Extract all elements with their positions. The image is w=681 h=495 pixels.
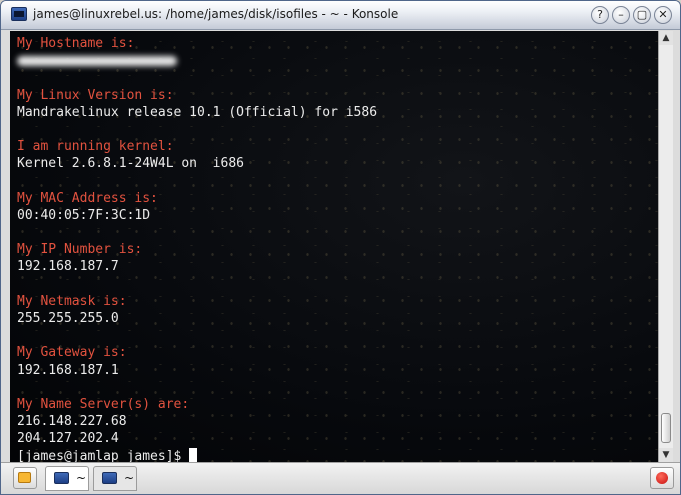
close-session-button[interactable] xyxy=(650,467,674,489)
output-value: 216.148.227.68 xyxy=(17,414,127,430)
output-label: My IP Number is: xyxy=(17,242,143,258)
terminal-line: My Name Server(s) are: xyxy=(17,396,658,413)
help-button[interactable]: ? xyxy=(591,6,609,24)
text-cursor xyxy=(189,447,198,462)
tab-session-2[interactable]: ~ xyxy=(93,466,137,491)
terminal-line: Kernel 2.6.8.1-24W4L on i686 xyxy=(17,155,658,172)
terminal-line: 192.168.187.1 xyxy=(17,362,658,379)
new-session-button[interactable] xyxy=(13,467,37,489)
tab-label: ~ xyxy=(124,471,135,485)
terminal-line: My MAC Address is: xyxy=(17,190,658,207)
output-value: Kernel 2.6.8.1-24W4L on i686 xyxy=(17,156,244,172)
title-bar[interactable]: james@linuxrebel.us: /home/james/disk/is… xyxy=(1,1,680,30)
terminal-line: 255.255.255.0 xyxy=(17,310,658,327)
output-value: 255.255.255.0 xyxy=(17,311,119,326)
terminal-line: 204.127.202.4 xyxy=(17,430,658,447)
output-value: 00:40:05:7F:3C:1D xyxy=(17,207,151,223)
output-label: I am running kernel: xyxy=(17,139,174,155)
window-title: james@linuxrebel.us: /home/james/disk/is… xyxy=(33,7,399,21)
vertical-scrollbar[interactable]: ▲ ▼ xyxy=(658,31,673,462)
output-label: My Name Server(s) are: xyxy=(17,396,190,412)
terminal-area[interactable]: My Hostname is: My Linux Version is: Mandr… xyxy=(10,31,658,462)
terminal-line: 00:40:05:7F:3C:1D xyxy=(17,207,658,224)
terminal-line: My Linux Version is: xyxy=(17,87,658,104)
terminal-icon xyxy=(54,472,69,484)
terminal-line: My Hostname is: xyxy=(17,35,658,52)
tab-label: ~ xyxy=(76,471,87,485)
terminal-line: My Netmask is: xyxy=(17,293,658,310)
new-session-icon xyxy=(18,472,31,483)
output-value: Mandrakelinux release 10.1 (Official) fo… xyxy=(17,104,378,120)
shell-prompt: [james@jamlap james]$ xyxy=(17,448,190,463)
session-tab-bar: ~ ~ xyxy=(1,462,680,494)
konsole-app-icon[interactable] xyxy=(11,7,27,21)
redacted-hostname xyxy=(17,56,177,67)
terminal-line: My IP Number is: xyxy=(17,241,658,258)
terminal-line: Mandrakelinux release 10.1 (Official) fo… xyxy=(17,104,658,121)
terminal-icon xyxy=(102,472,117,484)
output-value: 204.127.202.4 xyxy=(17,431,119,447)
output-label: My Gateway is: xyxy=(17,345,127,361)
output-label: My MAC Address is: xyxy=(17,190,158,206)
close-button[interactable]: ✕ xyxy=(654,6,672,24)
output-label: My Linux Version is: xyxy=(17,87,174,103)
terminal-output: My Hostname is: My Linux Version is: Mandr… xyxy=(10,31,658,462)
output-label: My Netmask is: xyxy=(17,293,127,309)
terminal-line: 192.168.187.7 xyxy=(17,258,658,275)
scrollbar-thumb[interactable] xyxy=(661,413,671,443)
maximize-button[interactable]: ▢ xyxy=(633,6,651,24)
close-session-icon xyxy=(656,472,668,484)
prompt-line[interactable]: [james@jamlap james]$ xyxy=(17,447,658,463)
terminal-line xyxy=(17,52,658,69)
output-value: 192.168.187.7 xyxy=(17,259,119,275)
terminal-line: My Gateway is: xyxy=(17,344,658,361)
scroll-up-arrow-icon[interactable]: ▲ xyxy=(659,31,673,45)
output-value: 192.168.187.1 xyxy=(17,362,119,378)
minimize-button[interactable]: – xyxy=(612,6,630,24)
terminal-line: 216.148.227.68 xyxy=(17,413,658,430)
tab-session-1[interactable]: ~ xyxy=(45,466,89,491)
output-label: My Hostname is: xyxy=(17,36,135,51)
konsole-window: james@linuxrebel.us: /home/james/disk/is… xyxy=(0,0,681,495)
scroll-down-arrow-icon[interactable]: ▼ xyxy=(659,448,673,462)
terminal-line: I am running kernel: xyxy=(17,138,658,155)
